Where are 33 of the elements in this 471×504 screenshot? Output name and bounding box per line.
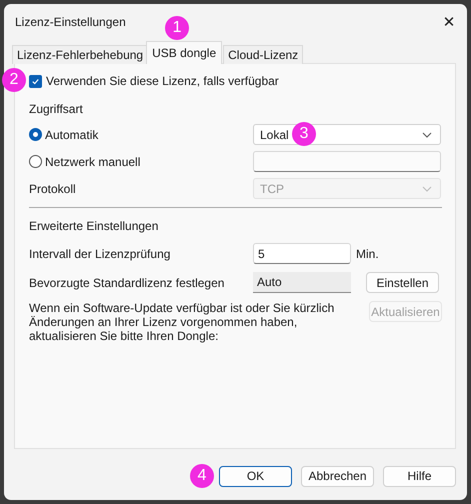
section-heading: Erweiterte Einstellungen [29, 219, 158, 233]
interval-field[interactable]: 5 [253, 243, 351, 264]
dialog-button[interactable]: Abbrechen [301, 466, 374, 486]
dialog-button[interactable]: OK [219, 466, 292, 486]
radio-label: Automatik [45, 128, 98, 142]
update-text: Wenn ein Software-Update verfügbar ist oder Sie kürzlich Änderungen an Ihrer Lizenz vorgenommen haben, aktualisieren Sie bitte Ihren Dongle: [29, 301, 336, 343]
callout-badge: 2 [2, 68, 26, 92]
callout-badge: 1 [165, 16, 190, 40]
tab[interactable]: USB dongle [146, 41, 222, 64]
default-license-label: Bevorzugte Standardlizenz festlegen [29, 276, 226, 290]
section-heading: Zugriffsart [29, 102, 83, 116]
set-button[interactable]: Einstellen [366, 272, 439, 293]
checkbox[interactable] [29, 74, 42, 88]
chevron-down-icon [422, 186, 432, 192]
network-field[interactable] [253, 151, 441, 172]
tab[interactable]: Lizenz-Fehlerbehebung [12, 45, 148, 64]
close-button[interactable]: ✕ [431, 7, 467, 37]
radio-button[interactable] [29, 155, 42, 168]
radio-label: Netzwerk manuell [45, 154, 140, 168]
callout-badge: 4 [190, 464, 214, 488]
mode-dropdown[interactable]: Lokal 3 [253, 124, 441, 145]
protocol-label: Protokoll [29, 182, 77, 196]
chevron-down-icon [422, 132, 432, 138]
default-license-field: Auto [253, 272, 351, 293]
window-title: Lizenz-Einstellungen [15, 15, 126, 29]
dialog-button[interactable]: Hilfe [383, 466, 456, 486]
checkbox-label: Verwenden Sie diese Lizenz, falls verfügbar [46, 74, 279, 88]
unit-label: Min. [356, 246, 380, 260]
tab[interactable]: Cloud-Lizenz [223, 45, 304, 64]
callout-badge: 3 [292, 122, 316, 146]
checkmark-icon [31, 76, 40, 86]
interval-label: Intervall der Lizenzprüfung [29, 246, 172, 260]
radio-button[interactable] [29, 128, 42, 141]
